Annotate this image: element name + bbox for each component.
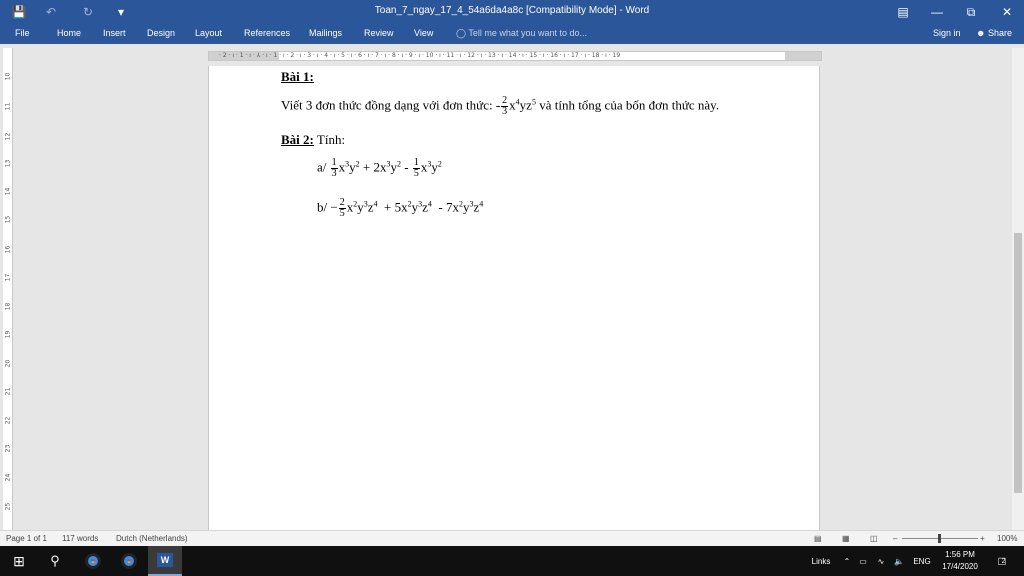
notification-count: 2 [1001, 557, 1006, 565]
ribbon-display-options-icon[interactable]: ▤ [886, 0, 920, 24]
bai2-heading: Bài 2: [281, 132, 314, 147]
battery-icon[interactable]: ▭ [856, 546, 870, 576]
person-icon: ☻ [976, 28, 986, 38]
tab-file[interactable]: File [15, 28, 30, 38]
search-icon[interactable]: ⚲ [44, 546, 66, 576]
tab-references[interactable]: References [244, 28, 290, 38]
word-taskbar-icon[interactable]: W [148, 546, 182, 576]
tab-review[interactable]: Review [364, 28, 394, 38]
windows-start-icon[interactable]: ⊞ [8, 546, 30, 576]
input-language[interactable]: ENG [910, 546, 934, 576]
tab-layout[interactable]: Layout [195, 28, 222, 38]
word-count[interactable]: 117 words [62, 534, 98, 543]
windows-taskbar: ⊞ ⚲ W Links ⌃ ▭ ∿ 🔈 ENG 1:56 PM 17/4/202… [0, 546, 1024, 576]
share-button[interactable]: ☻ Share [976, 28, 1012, 38]
tab-home[interactable]: Home [57, 28, 81, 38]
vertical-ruler[interactable]: 10 11 12 13 14 15 16 17 18 19 20 21 22 2… [3, 48, 13, 530]
vertical-scrollbar[interactable] [1012, 48, 1024, 530]
clock-date: 17/4/2020 [942, 562, 978, 571]
zoom-out-button[interactable]: – [893, 534, 897, 543]
chrome-icon-2[interactable] [118, 546, 140, 576]
clock[interactable]: 1:56 PM 17/4/2020 [936, 546, 984, 576]
zoom-level[interactable]: 100% [997, 534, 1017, 543]
close-button[interactable]: ✕ [990, 0, 1024, 24]
title-bar: 💾 ↶ ↻ ▾ Toan_7_ngay_17_4_54a6da4a8c [Com… [0, 0, 1024, 24]
ribbon-tabs: File Home Insert Design Layout Reference… [0, 24, 1024, 44]
document-area: · 2 · ı · 1 · ı · ⅄ · ı · 1 · ı · 2 · ı … [0, 48, 1024, 530]
chrome-icon[interactable] [82, 546, 104, 576]
bai1-heading: Bài 1: [281, 69, 314, 84]
links-toolbar[interactable]: Links [806, 546, 836, 576]
restore-button[interactable]: ⧉ [954, 0, 988, 24]
language-indicator[interactable]: Dutch (Netherlands) [116, 534, 188, 543]
bai2-part-a: a/ 1 3 x3y2 + 2x3y2 - 1 5 x3y2 [317, 157, 442, 179]
sign-in-link[interactable]: Sign in [933, 28, 961, 38]
wifi-icon[interactable]: ∿ [874, 546, 888, 576]
tab-mailings[interactable]: Mailings [309, 28, 342, 38]
tab-design[interactable]: Design [147, 28, 175, 38]
zoom-slider-thumb[interactable] [938, 534, 941, 543]
bai2-part-b: b/ −2 5 x2y3z4 + 5x2y3z4 - 7x2y3z4 [317, 197, 484, 219]
web-layout-icon[interactable]: ◫ [870, 534, 878, 543]
bai2-text: Tính: [316, 132, 346, 147]
zoom-in-button[interactable]: + [980, 534, 985, 543]
tab-insert[interactable]: Insert [103, 28, 126, 38]
scrollbar-thumb[interactable] [1014, 233, 1022, 493]
tell-me-search[interactable]: ◯ Tell me what you want to do... [456, 28, 587, 39]
lightbulb-icon: ◯ [456, 28, 467, 38]
bai1-text-line: Viết 3 đơn thức đồng dạng với đơn thức: … [281, 95, 720, 117]
notification-center-icon[interactable]: □ 2 [990, 546, 1014, 576]
horizontal-ruler[interactable]: · 2 · ı · 1 · ı · ⅄ · ı · 1 · ı · 2 · ı … [208, 51, 822, 61]
page-count[interactable]: Page 1 of 1 [6, 534, 47, 543]
chevron-up-icon[interactable]: ⌃ [840, 546, 854, 576]
status-bar: Page 1 of 1 117 words Dutch (Netherlands… [0, 530, 1024, 546]
tab-view[interactable]: View [414, 28, 433, 38]
volume-icon[interactable]: 🔈 [892, 546, 906, 576]
minimize-button[interactable]: — [920, 0, 954, 24]
read-mode-icon[interactable]: ▤ [814, 534, 822, 543]
window-title: Toan_7_ngay_17_4_54a6da4a8c [Compatibili… [374, 5, 650, 16]
clock-time: 1:56 PM [945, 550, 975, 559]
print-layout-icon[interactable]: ▦ [842, 534, 850, 543]
document-page[interactable]: Bài 1: Viết 3 đơn thức đồng dạng với đơn… [208, 66, 820, 530]
fraction: 23 [501, 95, 509, 117]
